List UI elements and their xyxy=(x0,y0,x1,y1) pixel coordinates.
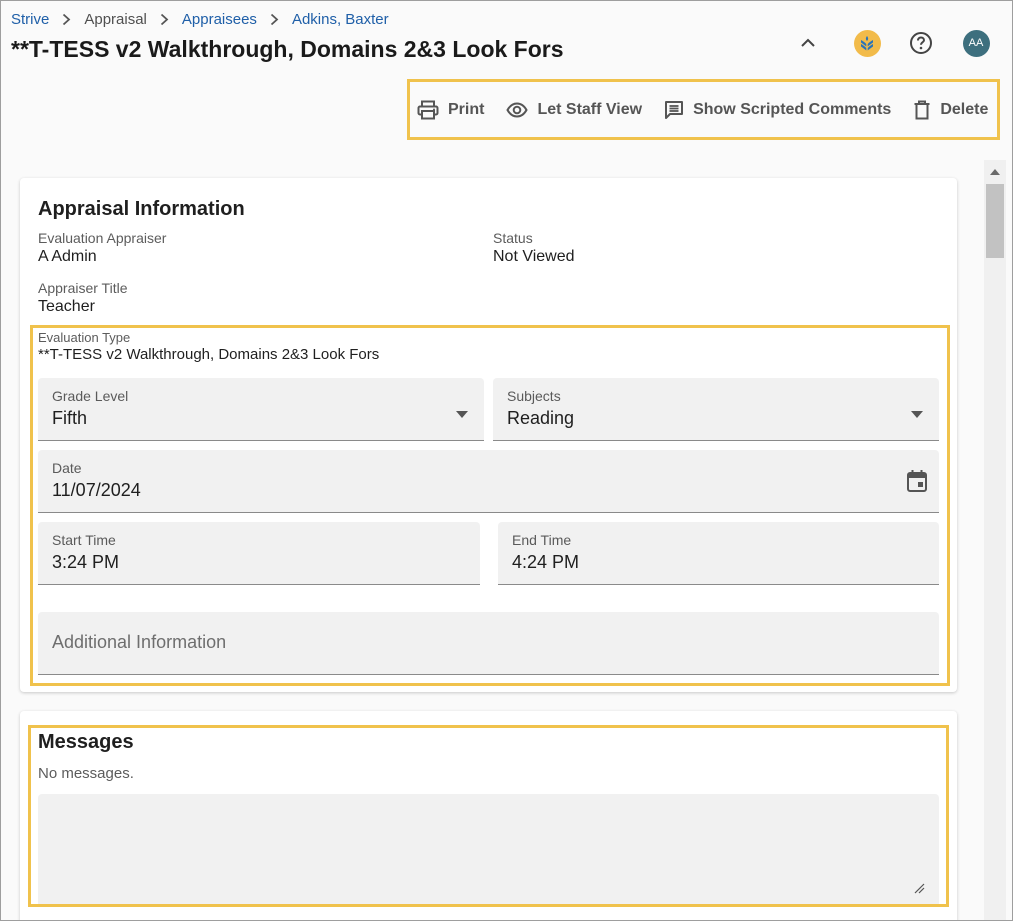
page-title: **T-TESS v2 Walkthrough, Domains 2&3 Loo… xyxy=(11,36,564,62)
comment-icon xyxy=(665,100,684,119)
chevron-right-icon xyxy=(160,13,169,26)
evaluation-appraiser-value: A Admin xyxy=(38,248,97,265)
additional-information-placeholder: Additional Information xyxy=(52,632,227,652)
date-label: Date xyxy=(52,460,82,476)
status-label: Status xyxy=(493,230,533,246)
chevron-right-icon xyxy=(62,13,71,26)
subjects-select[interactable]: Subjects Reading xyxy=(493,378,939,441)
trash-icon xyxy=(914,100,930,119)
avatar: AA xyxy=(962,29,990,57)
print-icon xyxy=(417,100,439,119)
avatar-button[interactable]: AA xyxy=(961,28,991,58)
start-time-value: 3:24 PM xyxy=(52,552,120,572)
date-value: 11/07/2024 xyxy=(52,480,141,500)
let-staff-view-label: Let Staff View xyxy=(537,100,643,118)
delete-label: Delete xyxy=(940,100,989,118)
chevron-right-icon xyxy=(270,13,279,26)
evaluation-type-block: Evaluation Type **T-TESS v2 Walkthrough,… xyxy=(38,330,379,363)
appraiser-title-value: Teacher xyxy=(38,298,95,315)
scroll-up-arrow-icon[interactable] xyxy=(984,162,1006,182)
calendar-icon[interactable] xyxy=(906,469,928,498)
chevron-up-icon[interactable] xyxy=(793,28,823,58)
start-time-field[interactable]: Start Time 3:24 PM xyxy=(38,522,480,585)
end-time-field[interactable]: End Time 4:24 PM xyxy=(498,522,939,585)
date-field[interactable]: Date 11/07/2024 xyxy=(38,450,939,513)
subjects-value: Reading xyxy=(507,408,575,428)
app-logo-icon[interactable] xyxy=(852,28,882,58)
print-label: Print xyxy=(448,100,485,118)
print-button[interactable]: Print xyxy=(417,100,484,120)
breadcrumb: Strive Appraisal Appraisees Adkins, Baxt… xyxy=(11,11,389,28)
messages-highlight xyxy=(28,725,949,907)
additional-information-field[interactable]: Additional Information xyxy=(38,612,939,675)
vertical-scrollbar[interactable] xyxy=(984,160,1006,921)
evaluation-appraiser-label: Evaluation Appraiser xyxy=(38,230,167,246)
status-value: Not Viewed xyxy=(493,248,575,265)
grade-level-label: Grade Level xyxy=(52,388,129,404)
end-time-label: End Time xyxy=(512,532,572,548)
evaluation-type-label: Evaluation Type xyxy=(38,330,131,345)
dropdown-arrow-icon xyxy=(456,405,468,423)
grade-level-select[interactable]: Grade Level Fifth xyxy=(38,378,484,441)
delete-button[interactable]: Delete xyxy=(913,100,988,120)
evaluation-type-value: **T-TESS v2 Walkthrough, Domains 2&3 Loo… xyxy=(38,346,380,363)
show-scripted-comments-label: Show Scripted Comments xyxy=(693,100,892,118)
scrollbar-thumb[interactable] xyxy=(986,184,1004,258)
end-time-value: 4:24 PM xyxy=(512,552,580,572)
status-block: Status Not Viewed xyxy=(493,230,575,266)
let-staff-view-button[interactable]: Let Staff View xyxy=(506,101,642,119)
start-time-label: Start Time xyxy=(52,532,116,548)
appraisal-information-title: Appraisal Information xyxy=(38,198,245,220)
evaluation-appraiser-block: Evaluation Appraiser A Admin xyxy=(38,230,166,266)
breadcrumb-strive[interactable]: Strive xyxy=(11,11,49,28)
subjects-label: Subjects xyxy=(507,388,561,404)
grade-level-value: Fifth xyxy=(52,408,88,428)
breadcrumb-appraisee-name[interactable]: Adkins, Baxter xyxy=(292,11,389,28)
action-toolbar: Print Let Staff View Show Scripted Comme… xyxy=(407,79,1000,140)
appraiser-title-label: Appraiser Title xyxy=(38,280,128,296)
breadcrumb-appraisal: Appraisal xyxy=(84,11,147,28)
breadcrumb-appraisees[interactable]: Appraisees xyxy=(182,11,257,28)
dropdown-arrow-icon xyxy=(911,405,923,423)
help-icon[interactable] xyxy=(906,28,936,58)
appraiser-title-block: Appraiser Title Teacher xyxy=(38,280,127,316)
logo-badge xyxy=(853,29,881,57)
show-scripted-comments-button[interactable]: Show Scripted Comments xyxy=(664,100,891,120)
eye-icon xyxy=(506,101,529,118)
